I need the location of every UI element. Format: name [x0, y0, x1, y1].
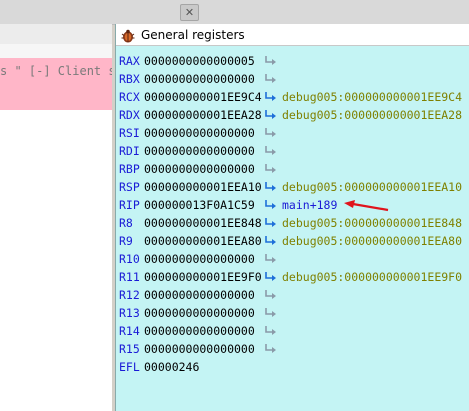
- jump-arrow-icon[interactable]: [263, 289, 277, 301]
- code-snippet: s " [-] Client so: [0, 64, 112, 78]
- register-value[interactable]: 000000000001EE9F0: [144, 268, 262, 286]
- register-value[interactable]: 000000013F0A1C59: [144, 196, 255, 214]
- register-name: RDI: [119, 144, 140, 158]
- register-value[interactable]: 00000246: [144, 358, 199, 376]
- jump-arrow-icon[interactable]: [263, 253, 277, 265]
- top-toolbar: [112, 0, 469, 25]
- jump-arrow-icon[interactable]: [263, 307, 277, 319]
- general-registers-panel: General registers RAX 0000000000000005 RBX…: [115, 24, 469, 411]
- jump-arrow-icon[interactable]: [263, 127, 277, 139]
- register-value[interactable]: 0000000000000000: [144, 250, 255, 268]
- jump-arrow-icon[interactable]: [263, 343, 277, 355]
- register-name: R8: [119, 216, 133, 230]
- register-name: RCX: [119, 90, 140, 104]
- register-target-label[interactable]: main+189: [282, 196, 337, 214]
- register-target-label[interactable]: debug005:000000000001EE848: [282, 214, 462, 232]
- register-name: R9: [119, 234, 133, 248]
- register-name: RSI: [119, 126, 140, 140]
- jump-arrow-icon[interactable]: [263, 91, 277, 103]
- register-target-label[interactable]: debug005:000000000001EE9C4: [282, 88, 462, 106]
- register-value[interactable]: 0000000000000000: [144, 322, 255, 340]
- close-icon[interactable]: ✕: [180, 4, 199, 21]
- register-name: RBX: [119, 72, 140, 86]
- register-value[interactable]: 000000000001EEA80: [144, 232, 262, 250]
- register-name: R13: [119, 306, 140, 320]
- register-name: RAX: [119, 54, 140, 68]
- register-name: RIP: [119, 198, 140, 212]
- register-name: RSP: [119, 180, 140, 194]
- jump-arrow-icon[interactable]: [263, 271, 277, 283]
- register-value[interactable]: 0000000000000000: [144, 340, 255, 358]
- jump-arrow-icon[interactable]: [263, 145, 277, 157]
- jump-arrow-icon[interactable]: [263, 199, 277, 211]
- register-name: EFL: [119, 360, 140, 374]
- bug-icon: [120, 28, 136, 42]
- register-value[interactable]: 0000000000000000: [144, 304, 255, 322]
- jump-arrow-icon[interactable]: [263, 55, 277, 67]
- register-value[interactable]: 0000000000000000: [144, 142, 255, 160]
- left-pane-strip: [0, 24, 112, 45]
- register-name: R12: [119, 288, 140, 302]
- left-pane-header: [0, 0, 112, 25]
- jump-arrow-icon[interactable]: [263, 73, 277, 85]
- jump-arrow-icon[interactable]: [263, 109, 277, 121]
- register-value[interactable]: 0000000000000000: [144, 160, 255, 178]
- register-target-label[interactable]: debug005:000000000001EE9F0: [282, 268, 462, 286]
- register-value[interactable]: 0000000000000000: [144, 70, 255, 88]
- register-name: R14: [119, 324, 140, 338]
- register-target-label[interactable]: debug005:000000000001EEA28: [282, 106, 462, 124]
- register-value[interactable]: 0000000000000000: [144, 286, 255, 304]
- left-pane-ruler: [0, 44, 112, 59]
- panel-title-bar[interactable]: General registers: [116, 24, 469, 46]
- register-name: RDX: [119, 108, 140, 122]
- register-value[interactable]: 000000000001EE848: [144, 214, 262, 232]
- register-value[interactable]: 000000000001EEA28: [144, 106, 262, 124]
- register-name: R11: [119, 270, 140, 284]
- jump-arrow-icon[interactable]: [263, 163, 277, 175]
- jump-arrow-icon[interactable]: [263, 181, 277, 193]
- red-annotation-arrow: [344, 200, 389, 212]
- panel-title: General registers: [141, 27, 245, 42]
- register-value[interactable]: 000000000001EEA10: [144, 178, 262, 196]
- jump-arrow-icon[interactable]: [263, 217, 277, 229]
- jump-arrow-icon[interactable]: [263, 235, 277, 247]
- register-name: RBP: [119, 162, 140, 176]
- register-target-label[interactable]: debug005:000000000001EEA80: [282, 232, 462, 250]
- register-value[interactable]: 0000000000000000: [144, 124, 255, 142]
- register-name: R10: [119, 252, 140, 266]
- register-name: R15: [119, 342, 140, 356]
- register-target-label[interactable]: debug005:000000000001EEA10: [282, 178, 462, 196]
- register-value[interactable]: 000000000001EE9C4: [144, 88, 262, 106]
- left-pane: s " [-] Client so: [0, 0, 112, 411]
- jump-arrow-icon[interactable]: [263, 325, 277, 337]
- highlighted-code-line[interactable]: s " [-] Client so: [0, 58, 112, 110]
- register-value[interactable]: 0000000000000005: [144, 52, 255, 70]
